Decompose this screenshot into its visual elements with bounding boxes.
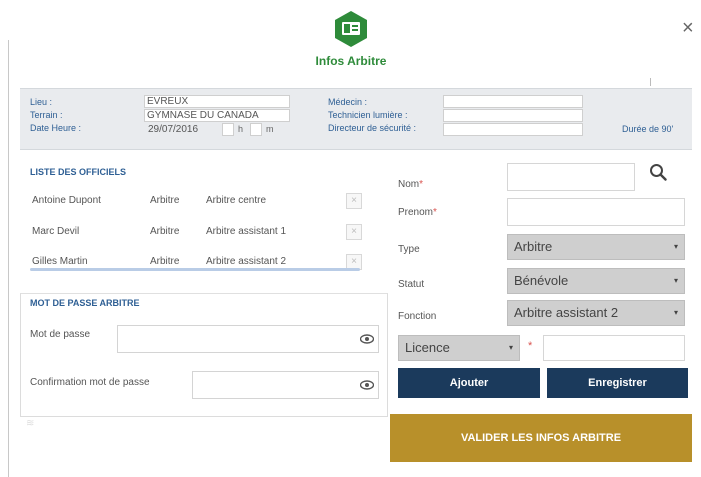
prenom-input[interactable] — [507, 198, 685, 226]
confirm-password-label: Confirmation mot de passe — [30, 377, 150, 388]
technicien-label: Technicien lumière : — [328, 110, 408, 120]
medecin-label: Médecin : — [328, 97, 368, 107]
duree-label: Durée de 90' — [622, 124, 674, 134]
lieu-field[interactable]: EVREUX — [144, 95, 290, 108]
date-heure-label: Date Heure : — [30, 123, 82, 133]
close-button[interactable]: × — [682, 18, 694, 38]
resize-grip-icon: ≋ — [26, 418, 35, 429]
chevron-down-icon: ▾ — [673, 242, 678, 251]
delete-official-button[interactable]: × — [346, 193, 362, 209]
official-type: Arbitre — [150, 226, 180, 237]
nom-label: Nom* — [398, 179, 424, 190]
terrain-field[interactable]: GYMNASE DU CANADA — [144, 109, 290, 122]
licence-select[interactable]: Licence ▾ — [398, 335, 520, 361]
save-button[interactable]: Enregistrer — [547, 368, 688, 398]
divider-tick — [650, 78, 651, 86]
licence-required-mark: * — [528, 340, 533, 352]
official-fonction: Arbitre assistant 1 — [206, 226, 287, 237]
modal-title: Infos Arbitre — [315, 54, 387, 68]
password-input[interactable] — [117, 325, 379, 353]
password-label: Mot de passe — [30, 329, 91, 340]
delete-official-button[interactable]: × — [346, 224, 362, 240]
add-button[interactable]: Ajouter — [398, 368, 540, 398]
fonction-label: Fonction — [398, 311, 437, 322]
chevron-down-icon: ▾ — [673, 308, 678, 317]
window-left-border — [8, 40, 9, 477]
search-icon[interactable] — [649, 163, 667, 186]
type-select[interactable]: Arbitre ▾ — [507, 234, 685, 260]
officials-section-title: LISTE DES OFFICIELS — [30, 167, 127, 177]
date-field[interactable]: 29/07/2016 — [148, 123, 198, 136]
minute-unit: m — [266, 124, 274, 134]
licence-input[interactable] — [543, 335, 685, 361]
fonction-select[interactable]: Arbitre assistant 2 ▾ — [507, 300, 685, 326]
lieu-label: Lieu : — [30, 97, 53, 107]
hour-field[interactable] — [222, 123, 234, 136]
official-fonction: Arbitre centre — [206, 195, 267, 206]
official-type: Arbitre — [150, 256, 180, 267]
statut-label: Statut — [398, 279, 425, 290]
hour-unit: h — [238, 124, 244, 134]
medecin-field[interactable] — [443, 95, 583, 108]
official-name: Marc Devil — [32, 226, 80, 237]
chevron-down-icon: ▾ — [508, 343, 513, 352]
directeur-label: Directeur de sécurité : — [328, 123, 417, 133]
eye-icon[interactable] — [359, 380, 375, 392]
official-type: Arbitre — [150, 195, 180, 206]
chevron-down-icon: ▾ — [673, 276, 678, 285]
technicien-field[interactable] — [443, 109, 583, 122]
statut-select[interactable]: Bénévole ▾ — [507, 268, 685, 294]
eye-icon[interactable] — [359, 334, 375, 346]
nom-input[interactable] — [507, 163, 635, 191]
official-fonction: Arbitre assistant 2 — [206, 256, 287, 267]
password-section-title: MOT DE PASSE ARBITRE — [30, 298, 140, 308]
list-scroll-indicator[interactable] — [30, 268, 360, 271]
minute-field[interactable] — [250, 123, 262, 136]
official-name: Gilles Martin — [32, 256, 88, 267]
terrain-label: Terrain : — [30, 110, 63, 120]
validate-button[interactable]: VALIDER LES INFOS ARBITRE — [390, 414, 692, 462]
official-name: Antoine Dupont — [32, 195, 101, 206]
confirm-password-input[interactable] — [192, 371, 379, 399]
directeur-field[interactable] — [443, 123, 583, 136]
prenom-label: Prenom* — [398, 207, 437, 218]
id-card-hexagon-icon — [334, 10, 368, 48]
type-label: Type — [398, 244, 420, 255]
